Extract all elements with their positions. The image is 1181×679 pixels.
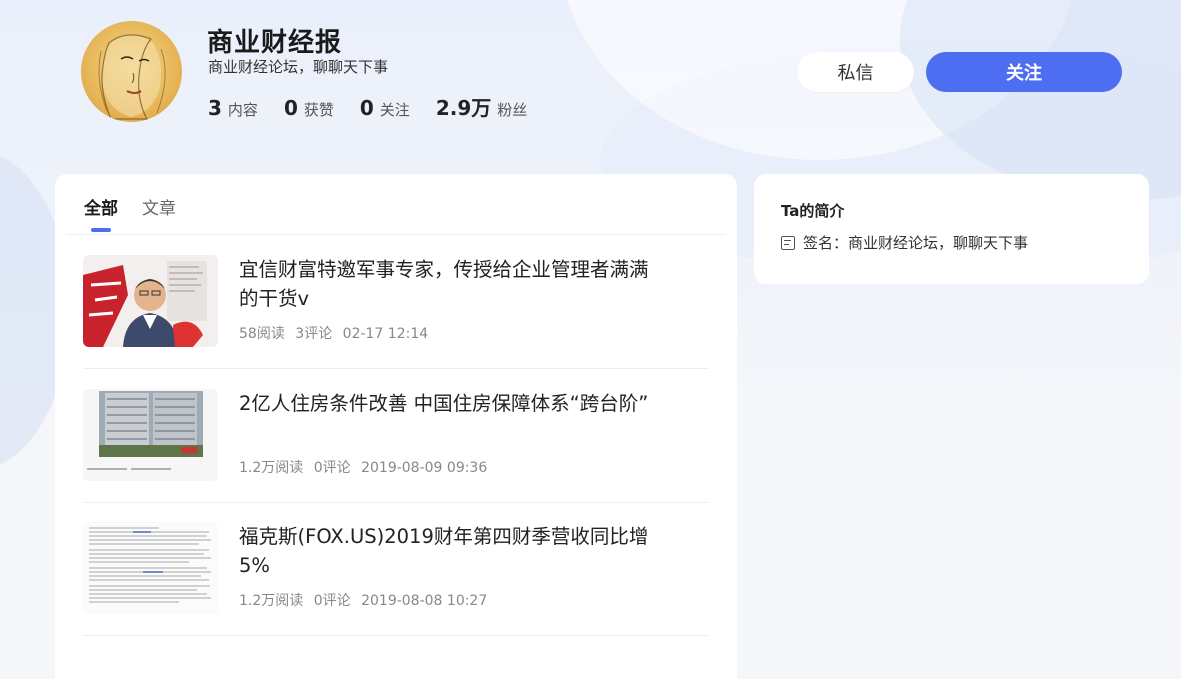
article-meta: 1.2万阅读 0评论 2019-08-09 09:36: [239, 457, 493, 477]
article-time: 2019-08-09 09:36: [361, 460, 488, 476]
intro-signature: 签名：商业财经论坛，聊聊天下事: [803, 234, 1029, 252]
stat-number: 0: [359, 96, 374, 120]
article-comments: 3评论: [295, 326, 333, 342]
stat-label: 获赞: [303, 101, 334, 119]
tab-all[interactable]: 全部: [84, 194, 118, 232]
profile-tagline: 商业财经论坛，聊聊天下事: [208, 58, 389, 76]
stat-number: 0: [283, 96, 298, 120]
article-time: 2019-08-08 10:27: [361, 593, 488, 609]
message-button[interactable]: 私信: [797, 52, 914, 92]
stat-label: 内容: [227, 101, 258, 119]
article-thumbnail[interactable]: [83, 389, 218, 481]
stat-likes: 0 获赞: [284, 96, 334, 120]
document-icon: [781, 235, 795, 250]
tab-articles[interactable]: 文章: [142, 194, 176, 231]
stat-followers[interactable]: 2.9万 粉丝: [436, 92, 527, 121]
tab-active-indicator: [91, 228, 111, 232]
profile-name: 商业财经报: [207, 28, 343, 58]
article-title[interactable]: 宜信财富特邀军事专家，传授给企业管理者满满的干货v: [239, 255, 659, 313]
article-title[interactable]: 福克斯(FOX.US)2019财年第四财季营收同比增5%: [239, 522, 659, 580]
intro-title: Ta的简介: [781, 202, 845, 220]
article-reads: 1.2万阅读: [239, 593, 304, 609]
avatar[interactable]: [81, 21, 182, 122]
article-title[interactable]: 2亿人住房条件改善 中国住房保障体系“跨台阶”: [239, 389, 659, 418]
stat-number: 2.9万: [435, 96, 492, 120]
profile-stats: 3 内容 0 获赞 0 关注 2.9万 粉丝: [208, 92, 553, 121]
follow-button[interactable]: 关注: [926, 52, 1122, 92]
content-tabs: 全部 文章: [84, 194, 200, 232]
article-item[interactable]: 2亿人住房条件改善 中国住房保障体系“跨台阶” 1.2万阅读 0评论 2019-…: [83, 369, 708, 503]
article-item[interactable]: 福克斯(FOX.US)2019财年第四财季营收同比增5% 1.2万阅读 0评论 …: [83, 502, 708, 636]
article-item[interactable]: 宜信财富特邀军事专家，传授给企业管理者满满的干货v 58阅读 3评论 02-17…: [83, 235, 708, 369]
content-card: 全部 文章 宜信财富特邀军事专家，传授给企业管理者满满的干货v 58阅读 3评论…: [55, 174, 737, 679]
article-thumbnail[interactable]: [83, 255, 218, 347]
stat-following[interactable]: 0 关注: [360, 96, 410, 120]
tab-label: 文章: [142, 199, 176, 219]
article-comments: 0评论: [313, 460, 351, 476]
intro-card: Ta的简介 签名：商业财经论坛，聊聊天下事: [754, 174, 1149, 284]
stat-label: 关注: [379, 101, 410, 119]
article-meta: 58阅读 3评论 02-17 12:14: [239, 323, 434, 343]
stat-label: 粉丝: [497, 101, 528, 119]
article-reads: 58阅读: [239, 326, 285, 342]
article-meta: 1.2万阅读 0评论 2019-08-08 10:27: [239, 590, 493, 610]
article-comments: 0评论: [313, 593, 351, 609]
intro-signature-row: 签名：商业财经论坛，聊聊天下事: [781, 232, 1028, 253]
article-reads: 1.2万阅读: [239, 460, 304, 476]
article-thumbnail[interactable]: [83, 522, 218, 614]
stat-content[interactable]: 3 内容: [208, 96, 258, 120]
tab-label: 全部: [84, 199, 118, 219]
stat-number: 3: [208, 96, 222, 120]
article-time: 02-17 12:14: [342, 326, 429, 342]
